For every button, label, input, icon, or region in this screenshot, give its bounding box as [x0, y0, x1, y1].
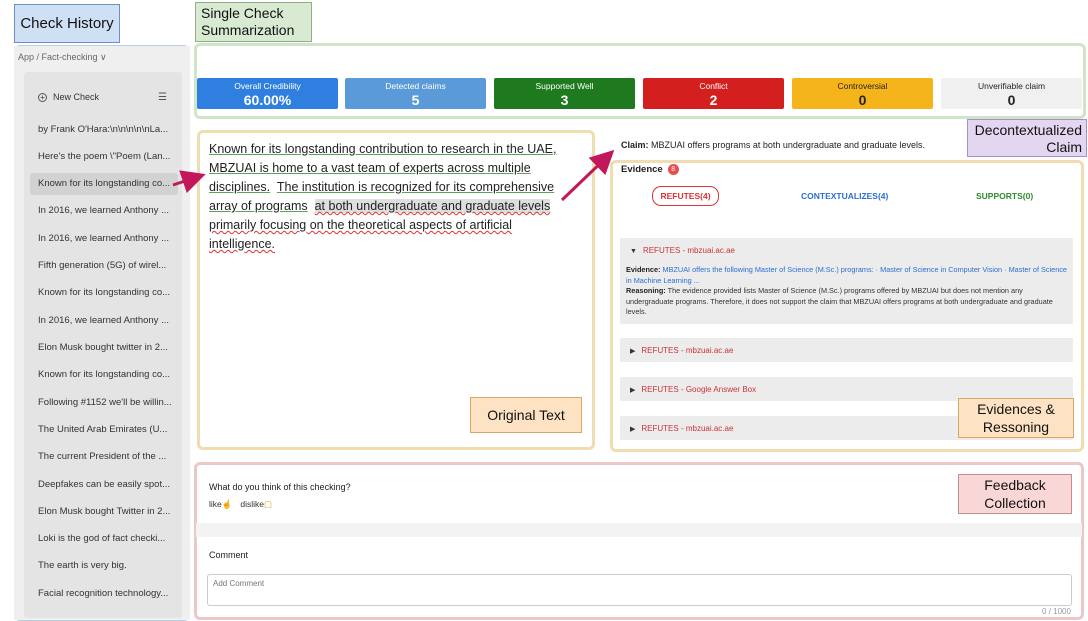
- original-text: Known for its longstanding contribution …: [209, 140, 571, 254]
- plus-icon: +: [38, 92, 47, 102]
- decontextualized-annotation: Decontextualized Claim: [967, 119, 1087, 157]
- evidence-item-header[interactable]: ▶ REFUTES - mbzuai.ac.ae: [630, 346, 733, 355]
- tab-refutes[interactable]: REFUTES(4): [652, 186, 719, 206]
- history-item[interactable]: The United Arab Emirates (U...: [30, 419, 178, 441]
- evidence-source: REFUTES - mbzuai.ac.ae: [642, 246, 735, 255]
- stat-value: 2: [709, 92, 718, 108]
- evidence-text-body[interactable]: MBZUAI offers the following Master of Sc…: [626, 265, 1067, 285]
- stat-value: 0: [1007, 92, 1016, 108]
- evidence-item-header[interactable]: ▼ REFUTES - mbzuai.ac.ae: [630, 246, 735, 255]
- history-item[interactable]: Following #1152 we'll be willin...: [30, 392, 178, 414]
- claim-row: Claim: MBZUAI offers programs at both un…: [621, 140, 925, 150]
- like-label: like: [209, 499, 222, 509]
- history-item[interactable]: Facial recognition technology...: [30, 583, 178, 605]
- feedback-annotation: Feedback Collection: [958, 474, 1072, 514]
- stat-label: Overall Credibility: [234, 81, 301, 91]
- history-item[interactable]: Fifth generation (5G) of wirel...: [30, 255, 178, 277]
- comment-input[interactable]: [207, 574, 1072, 606]
- sentence[interactable]: primarily focusing on the theoretical as…: [209, 218, 512, 251]
- history-item[interactable]: In 2016, we learned Anthony ...: [30, 228, 178, 250]
- stat-supported-well: Supported Well 3: [494, 78, 635, 109]
- stat-unverifiable: Unverifiable claim 0: [941, 78, 1082, 109]
- reasoning-label: Reasoning:: [626, 286, 666, 295]
- evidence-title: Evidence 8: [621, 164, 679, 175]
- dislike-label: dislike: [240, 499, 264, 509]
- history-item[interactable]: Elon Musk bought twitter in 2...: [30, 337, 178, 359]
- evidence-text-label: Evidence:: [626, 265, 661, 274]
- original-text-annotation: Original Text: [470, 397, 582, 433]
- stat-label: Unverifiable claim: [977, 81, 1046, 91]
- check-history-annotation: Check History: [14, 4, 120, 43]
- stat-label: Conflict: [699, 81, 728, 91]
- evidences-annotation: Evidences & Ressoning: [958, 398, 1074, 438]
- sentence[interactable]: Known for its longstanding contribution …: [209, 142, 556, 156]
- stat-controversial: Controversial 0: [792, 78, 933, 109]
- stat-conflict: Conflict 2: [643, 78, 784, 109]
- speech-bubble-icon: ▢: [263, 499, 273, 509]
- stat-label: Detected claims: [385, 81, 446, 91]
- caret-down-icon: ▼: [630, 248, 637, 255]
- single-check-annotation: Single Check Summarization: [195, 2, 312, 42]
- breadcrumb[interactable]: App / Fact-checking ∨: [18, 52, 107, 63]
- comment-label: Comment: [209, 550, 249, 560]
- sentence-selected[interactable]: at both undergraduate and graduate level…: [314, 199, 551, 213]
- stat-overall-credibility: Overall Credibility 60.00%: [197, 78, 338, 109]
- stat-detected-claims: Detected claims 5: [345, 78, 486, 109]
- history-item[interactable]: by Frank O'Hara:\n\n\n\n\nLa...: [30, 119, 178, 141]
- history-item[interactable]: Here's the poem \"Poem (Lan...: [30, 146, 178, 168]
- thumb-up-icon: ☝: [221, 499, 233, 509]
- history-item[interactable]: In 2016, we learned Anthony ...: [30, 200, 178, 222]
- stat-value: 0: [858, 92, 867, 108]
- collapse-sidebar-icon[interactable]: ☰: [158, 92, 167, 103]
- stat-label: Supported Well: [535, 81, 594, 91]
- feedback-buttons: like☝ dislike▢: [209, 499, 272, 510]
- caret-right-icon: ▶: [630, 387, 636, 394]
- feedback-question: What do you think of this checking?: [209, 482, 351, 492]
- caret-right-icon: ▶: [630, 426, 636, 433]
- tab-contextualizes[interactable]: CONTEXTUALIZES(4): [801, 186, 888, 206]
- history-item[interactable]: Known for its longstanding co...: [30, 364, 178, 386]
- evidence-item-header[interactable]: ▶ REFUTES - Google Answer Box: [630, 385, 756, 394]
- new-check-button[interactable]: + New Check: [38, 92, 99, 102]
- history-item[interactable]: The current President of the ...: [30, 446, 178, 468]
- history-item-active[interactable]: Known for its longstanding co...: [30, 173, 178, 195]
- caret-right-icon: ▶: [630, 348, 636, 355]
- dislike-button[interactable]: dislike▢: [240, 499, 272, 510]
- evidence-source: REFUTES - mbzuai.ac.ae: [641, 346, 734, 355]
- evidence-count-badge: 8: [667, 164, 679, 175]
- stat-label: Controversial: [837, 81, 888, 91]
- claim-prefix: Claim:: [621, 140, 649, 150]
- claim-text: MBZUAI offers programs at both undergrad…: [651, 140, 926, 150]
- history-item[interactable]: The earth is very big.: [30, 555, 178, 577]
- reasoning-body: The evidence provided lists Master of Sc…: [626, 286, 1053, 316]
- tab-supports[interactable]: SUPPORTS(0): [976, 186, 1033, 206]
- stat-value: 5: [411, 92, 420, 108]
- reasoning-text: Reasoning: The evidence provided lists M…: [626, 286, 1071, 318]
- history-item[interactable]: Known for its longstanding co...: [30, 282, 178, 304]
- evidence-source: REFUTES - mbzuai.ac.ae: [641, 424, 734, 433]
- comment-counter: 0 / 1000: [1042, 607, 1071, 616]
- feedback-divider: [196, 523, 1082, 537]
- stat-value: 60.00%: [243, 92, 292, 108]
- history-item[interactable]: Elon Musk bought Twitter in 2...: [30, 501, 178, 523]
- evidence-item-header[interactable]: ▶ REFUTES - mbzuai.ac.ae: [630, 424, 733, 433]
- evidence-text: Evidence: MBZUAI offers the following Ma…: [626, 265, 1071, 286]
- evidence-source: REFUTES - Google Answer Box: [641, 385, 757, 394]
- evidence-label: Evidence: [621, 164, 663, 175]
- history-item[interactable]: Loki is the god of fact checki...: [30, 528, 178, 550]
- new-check-label: New Check: [53, 92, 100, 102]
- history-item[interactable]: Deepfakes can be easily spot...: [30, 474, 178, 496]
- stat-value: 3: [560, 92, 569, 108]
- history-item[interactable]: In 2016, we learned Anthony ...: [30, 310, 178, 332]
- like-button[interactable]: like☝: [209, 499, 232, 510]
